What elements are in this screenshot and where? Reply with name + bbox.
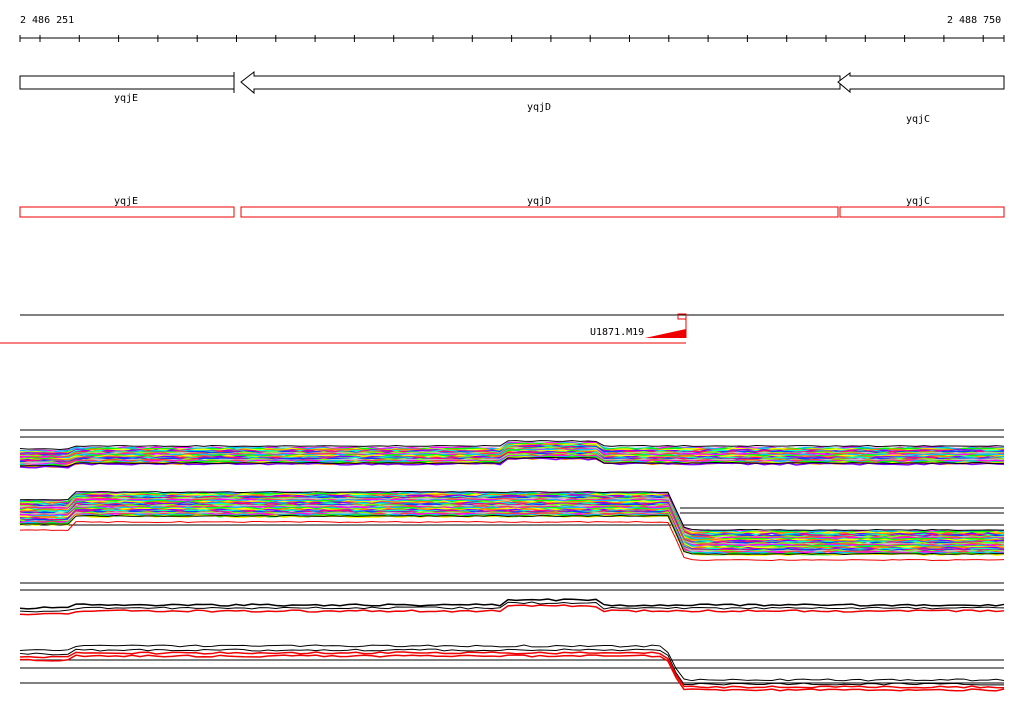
ruler-end-label: 2 488 750 (947, 15, 1001, 26)
gene-label-yqjE: yqjE (114, 93, 138, 104)
feature-track: U1871.M19 (0, 313, 1004, 344)
gene-label-yqjC: yqjC (906, 114, 930, 125)
genome-browser-view: 2 486 251 2 488 750 yqjE yqjD yqjC yqjE … (0, 15, 1005, 692)
operon-track: yqjE yqjD yqjC (19, 196, 1005, 218)
gene-yqjC-arrow[interactable] (837, 72, 1005, 94)
ruler-start-label: 2 486 251 (20, 15, 74, 26)
operon-label-yqjC: yqjC (906, 196, 930, 207)
expression-profile-line (19, 601, 1005, 613)
expression-profile-line (19, 604, 1005, 616)
expression-tracks (19, 429, 1005, 692)
gene-label-yqjD: yqjD (527, 102, 551, 113)
operon-box-yqjC[interactable] (839, 206, 1005, 218)
operon-box-yqjD[interactable] (240, 206, 839, 218)
operon-label-yqjE: yqjE (114, 196, 138, 207)
gene-track: yqjE yqjD yqjC (19, 70, 1005, 125)
operon-box-yqjE[interactable] (19, 206, 235, 218)
feature-label[interactable]: U1871.M19 (590, 327, 644, 338)
gene-yqjE-arrow[interactable] (19, 75, 235, 90)
feature-signal-ramp (645, 329, 686, 338)
operon-label-yqjD: yqjD (527, 196, 551, 207)
coordinate-ruler (19, 35, 1005, 42)
gene-yqjD-arrow[interactable] (240, 70, 841, 95)
